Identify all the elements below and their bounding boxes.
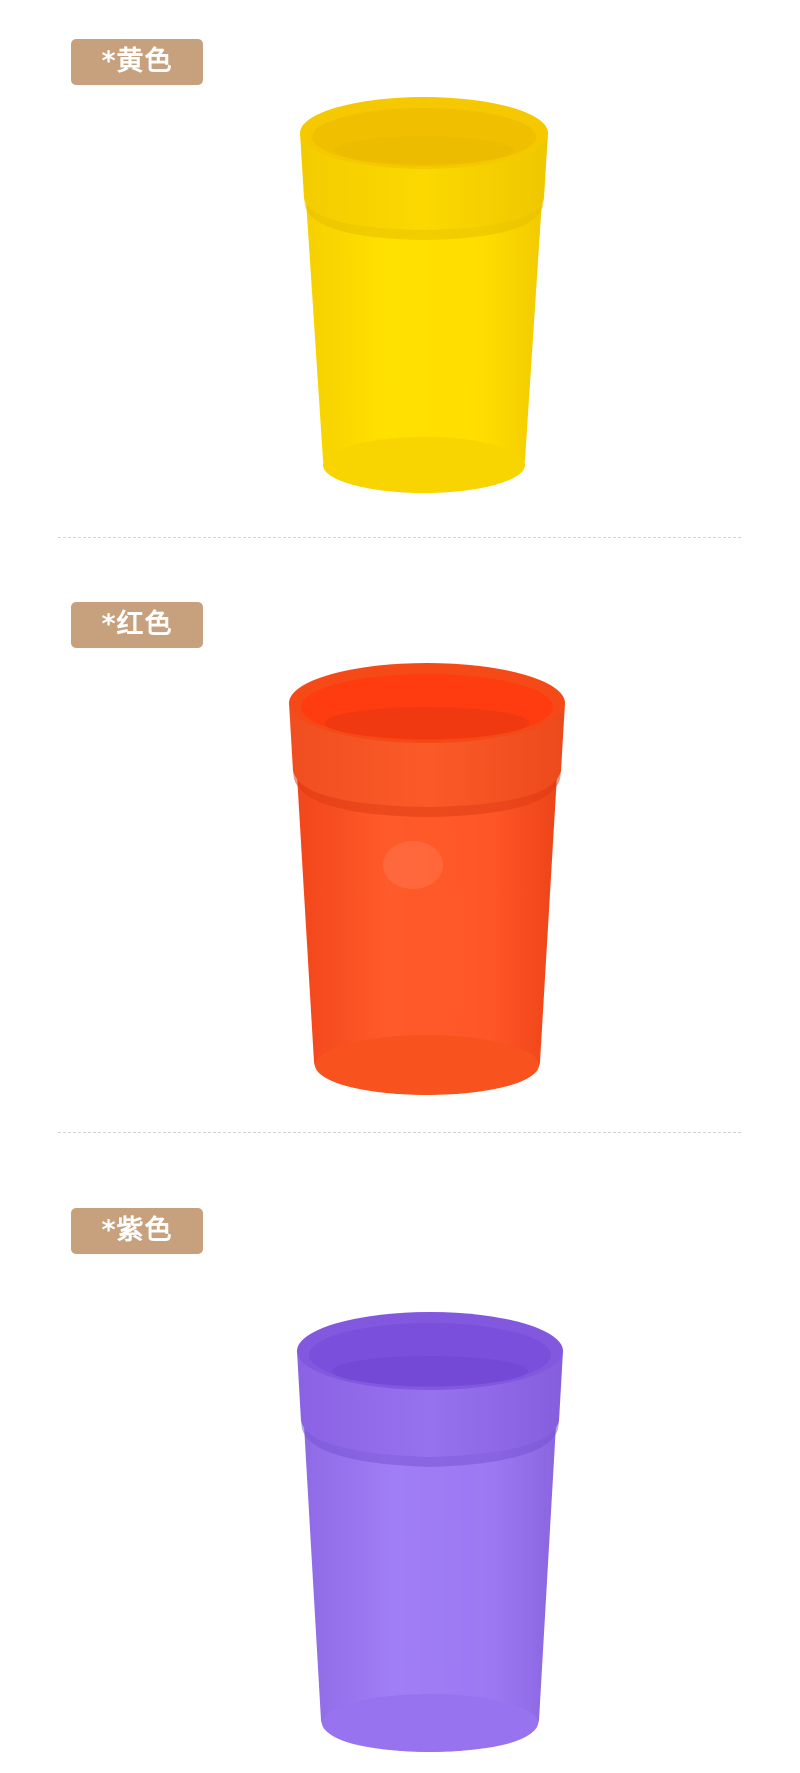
color-label-tag: *紫色 (71, 1208, 203, 1254)
red-cup-image (289, 663, 565, 1095)
section-divider (58, 537, 741, 538)
color-label-tag: *黄色 (71, 39, 203, 85)
section-divider (58, 1132, 741, 1133)
color-option-yellow: *黄色 (0, 0, 800, 545)
yellow-cup-image (300, 97, 548, 493)
color-option-purple: *紫色 (0, 1165, 800, 1773)
color-label-tag: *红色 (71, 602, 203, 648)
color-option-red: *红色 (0, 545, 800, 1165)
purple-cup-image (297, 1312, 563, 1752)
